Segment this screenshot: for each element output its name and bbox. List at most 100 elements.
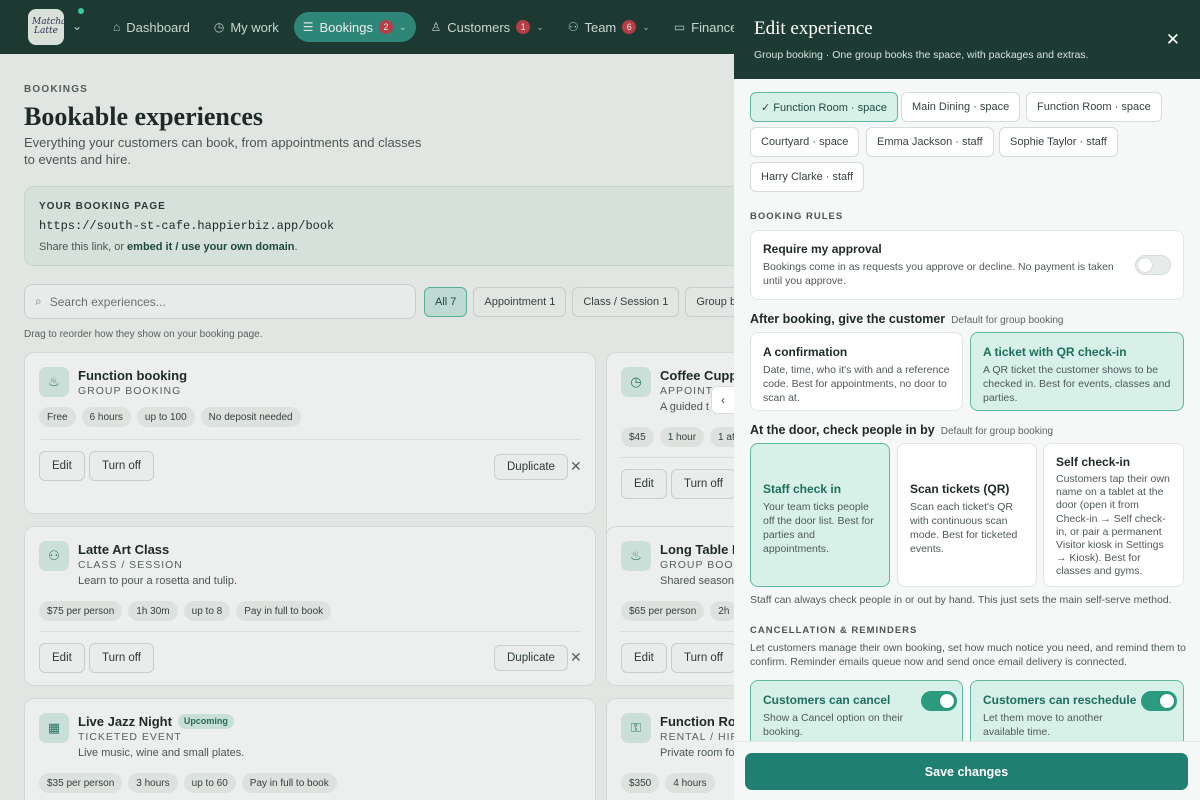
resource-main-dining[interactable]: Main Dining · space bbox=[901, 92, 1021, 122]
card-type: GROUP BOOKI bbox=[660, 559, 740, 571]
wallet-icon: ▭ bbox=[673, 20, 686, 34]
embed-domain-link[interactable]: embed it / use your own domain bbox=[127, 241, 294, 253]
duration-pill: 3 hours bbox=[128, 773, 178, 793]
resource-courtyard[interactable]: Courtyard · space bbox=[750, 127, 860, 157]
close-icon[interactable]: ✕ bbox=[570, 649, 582, 666]
nav-my-work[interactable]: ◷ My work bbox=[205, 12, 288, 42]
edit-button[interactable]: Edit bbox=[39, 643, 85, 673]
price-pill: $35 per person bbox=[39, 773, 123, 793]
duration-pill: 6 hours bbox=[81, 407, 131, 427]
team-icon: ⚇ bbox=[567, 20, 579, 34]
online-status-dot bbox=[78, 8, 84, 14]
capacity-pill: up to 8 bbox=[183, 601, 231, 621]
option-confirmation[interactable]: A confirmation Date, time, who it's with… bbox=[750, 332, 963, 411]
card-name: Live Jazz Night Upcoming bbox=[78, 714, 234, 729]
page-subtitle: Everything your customers can book, from… bbox=[24, 135, 422, 167]
save-changes-button[interactable]: Save changes bbox=[745, 753, 1188, 790]
booking-page-note: Share this link, or embed it / use your … bbox=[39, 241, 298, 253]
experience-card-latte-art-class[interactable]: ⚇ Latte Art Class CLASS / SESSION Learn … bbox=[24, 526, 596, 686]
panel-subtitle: Group booking · One group books the spac… bbox=[754, 49, 1089, 61]
card-type: RENTAL / HIRE bbox=[660, 731, 740, 743]
option-self-check-in[interactable]: Self check-in Customers tap their own na… bbox=[1043, 443, 1184, 587]
nav-team[interactable]: ⚇ Team 6 ⌄ bbox=[559, 12, 659, 42]
chevron-down-icon: ⌄ bbox=[398, 21, 407, 32]
close-icon[interactable]: ✕ bbox=[570, 458, 582, 475]
payment-pill: Pay in full to book bbox=[241, 773, 337, 793]
option-scan-tickets[interactable]: Scan tickets (QR) Scan each ticket's QR … bbox=[897, 443, 1037, 587]
clock-icon: ◷ bbox=[621, 367, 651, 397]
upcoming-badge: Upcoming bbox=[177, 714, 234, 729]
card-description: Shared seasona bbox=[660, 575, 740, 587]
experience-card-long-table-lunch[interactable]: ♨ Long Table L GROUP BOOKI Shared season… bbox=[606, 526, 740, 686]
filter-all[interactable]: All 7 bbox=[424, 287, 468, 317]
require-approval-toggle[interactable] bbox=[1135, 255, 1171, 275]
search-input[interactable] bbox=[49, 294, 380, 309]
booking-page-url[interactable]: https://south-st-cafe.happierbiz.app/boo… bbox=[39, 219, 739, 233]
capacity-pill: up to 60 bbox=[183, 773, 236, 793]
capacity-pill: up to 100 bbox=[136, 407, 195, 427]
door-check-in-note: Staff can always check people in or out … bbox=[750, 594, 1172, 606]
customers-can-cancel-toggle[interactable] bbox=[921, 691, 957, 711]
nav-customers[interactable]: ♙ Customers 1 ⌄ bbox=[422, 12, 553, 42]
cancellation-heading: CANCELLATION & REMINDERS bbox=[750, 625, 918, 636]
experience-card-function-booking[interactable]: ♨ Function booking GROUP BOOKING Free 6 … bbox=[24, 352, 596, 514]
card-type: TICKETED EVENT bbox=[78, 731, 182, 743]
duplicate-button[interactable]: Duplicate bbox=[494, 645, 568, 671]
payment-pill: Pay in full to book bbox=[236, 601, 332, 621]
customers-can-reschedule-toggle[interactable] bbox=[1141, 691, 1177, 711]
chevron-down-icon[interactable]: ⌄ bbox=[72, 19, 82, 33]
edit-button[interactable]: Edit bbox=[621, 643, 667, 673]
price-pill: Free bbox=[39, 407, 76, 427]
duration-pill: 1h 30m bbox=[128, 601, 178, 621]
experience-card-live-jazz-night[interactable]: ▦ Live Jazz Night Upcoming TICKETED EVENT… bbox=[24, 698, 596, 800]
edit-button[interactable]: Edit bbox=[39, 451, 85, 481]
card-name: Function Roo bbox=[660, 714, 740, 729]
filter-appointment[interactable]: Appointment 1 bbox=[473, 287, 567, 317]
close-icon[interactable]: ✕ bbox=[1166, 30, 1180, 50]
card-name: Function booking bbox=[78, 368, 188, 383]
nav-dashboard[interactable]: ⌂ Dashboard bbox=[104, 12, 199, 42]
resource-function-room[interactable]: Function Room · space bbox=[1026, 92, 1162, 122]
customers-can-cancel-option: Customers can cancel Show a Cancel optio… bbox=[750, 680, 963, 741]
edit-button[interactable]: Edit bbox=[621, 469, 667, 499]
card-divider bbox=[621, 631, 740, 632]
experience-card-function-room[interactable]: ⚿ Function Roo RENTAL / HIRE Private roo… bbox=[606, 698, 740, 800]
booking-page-card: YOUR BOOKING PAGE https://south-st-cafe.… bbox=[24, 186, 740, 266]
resource-harry-clarke[interactable]: Harry Clarke · staff bbox=[750, 162, 865, 192]
list-icon: ☰ bbox=[302, 20, 314, 34]
filter-group-booking[interactable]: Group boo bbox=[685, 287, 740, 317]
resource-sophie-taylor[interactable]: Sophie Taylor · staff bbox=[999, 127, 1118, 157]
price-pill: $75 per person bbox=[39, 601, 123, 621]
card-pills: $350 4 hours bbox=[621, 773, 715, 793]
cloche-icon: ♨ bbox=[39, 367, 69, 397]
resource-emma-jackson[interactable]: Emma Jackson · staff bbox=[866, 127, 994, 157]
collapse-panel-button[interactable]: ‹ bbox=[711, 386, 735, 414]
chevron-left-icon: ‹ bbox=[721, 393, 725, 407]
card-description: Learn to pour a rosetta and tulip. bbox=[78, 575, 237, 587]
customers-can-reschedule-option: Customers can reschedule Let them move t… bbox=[970, 680, 1184, 741]
price-pill: $65 per person bbox=[621, 601, 705, 621]
home-icon: ⌂ bbox=[113, 20, 121, 34]
require-approval-row: Require my approval Bookings come in as … bbox=[750, 230, 1184, 300]
turn-off-button[interactable]: Turn off bbox=[89, 451, 154, 481]
option-qr-ticket-selected[interactable]: A ticket with QR check-in A QR ticket th… bbox=[970, 332, 1184, 411]
turn-off-button[interactable]: Turn off bbox=[671, 643, 736, 673]
team-count-badge: 6 bbox=[622, 20, 637, 34]
deposit-pill: No deposit needed bbox=[200, 407, 301, 427]
card-divider bbox=[39, 631, 581, 632]
users-icon: ⚇ bbox=[39, 541, 69, 571]
business-logo[interactable]: Matcha Latte bbox=[28, 9, 66, 45]
option-staff-check-in-selected[interactable]: Staff check in Your team ticks people of… bbox=[750, 443, 890, 587]
approval-title: Require my approval bbox=[763, 242, 882, 256]
resource-function-room-space-selected[interactable]: ✓ Function Room · space bbox=[750, 92, 898, 122]
duplicate-button[interactable]: Duplicate bbox=[494, 454, 568, 480]
price-pill: $350 bbox=[621, 773, 660, 793]
bookings-page: BOOKINGS Bookable experiences Everything… bbox=[0, 54, 740, 800]
filter-class-session[interactable]: Class / Session 1 bbox=[572, 287, 680, 317]
door-check-in-heading: At the door, check people in by Default f… bbox=[750, 423, 1054, 437]
nav-bookings[interactable]: ☰ Bookings 2 ⌄ bbox=[293, 12, 416, 42]
turn-off-button[interactable]: Turn off bbox=[671, 469, 736, 499]
turn-off-button[interactable]: Turn off bbox=[89, 643, 154, 673]
drag-reorder-note: Drag to reorder how they show on your bo… bbox=[24, 329, 263, 340]
clock-icon: ◷ bbox=[213, 20, 225, 34]
